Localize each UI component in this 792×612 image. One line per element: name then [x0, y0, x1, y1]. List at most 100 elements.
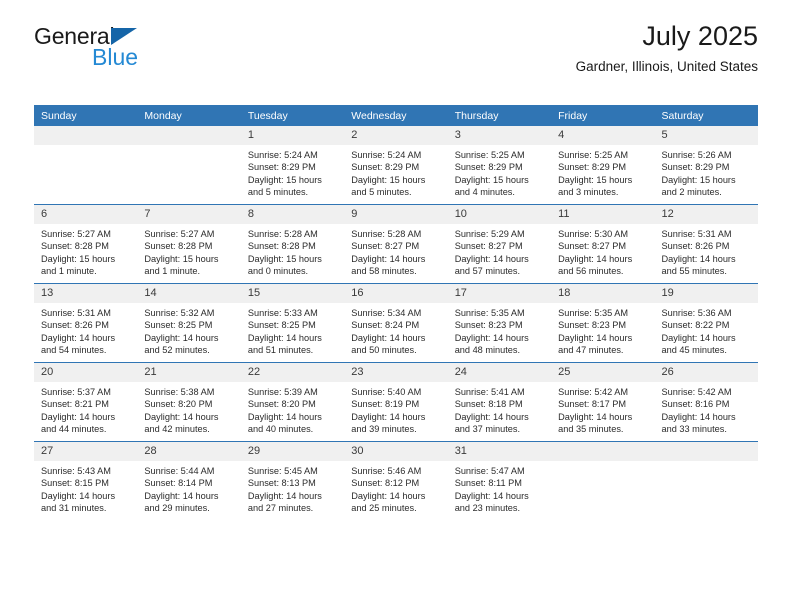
daylight-text: Daylight: 15 hours and 4 minutes. [454, 174, 529, 198]
daylight-text: Daylight: 14 hours and 50 minutes. [351, 332, 426, 356]
day-number: 13 [34, 284, 138, 303]
day-details: Sunrise: 5:40 AM Sunset: 8:19 PM Daylight:… [344, 382, 447, 436]
sunset-text: Sunset: 8:19 PM [351, 399, 420, 410]
calendar-day-cell[interactable]: 25 Sunrise: 5:42 AM Sunset: 8:17 PM Dayligh… [551, 362, 655, 442]
sunrise-text: Sunrise: 5:33 AM [247, 308, 318, 318]
calendar-day-cell[interactable]: 7 Sunrise: 5:27 AM Sunset: 8:28 PM Daylight… [137, 204, 241, 284]
day-details: Sunrise: 5:46 AM Sunset: 8:12 PM Daylight:… [344, 461, 447, 515]
calendar-day-cell[interactable]: 20 Sunrise: 5:37 AM Sunset: 8:21 PM Dayligh… [34, 362, 138, 442]
calendar-page: General Blue July 2025 Gardner, Illinois… [0, 0, 792, 612]
daylight-text: Daylight: 15 hours and 1 minute. [41, 253, 116, 277]
sunrise-text: Sunrise: 5:34 AM [351, 308, 422, 318]
calendar-day-cell[interactable]: 12 Sunrise: 5:31 AM Sunset: 8:26 PM Dayligh… [654, 204, 758, 284]
calendar-week-row: 1 Sunrise: 5:24 AM Sunset: 8:29 PM Daylight… [34, 126, 758, 205]
day-details: Sunrise: 5:34 AM Sunset: 8:24 PM Daylight:… [344, 303, 447, 357]
calendar-day-cell[interactable]: 11 Sunrise: 5:30 AM Sunset: 8:27 PM Dayligh… [551, 204, 655, 284]
calendar-day-cell[interactable]: 3 Sunrise: 5:25 AM Sunset: 8:29 PM Daylight… [447, 126, 552, 205]
day-number: 24 [447, 363, 552, 382]
day-number [654, 442, 758, 461]
day-details: Sunrise: 5:36 AM Sunset: 8:22 PM Daylight:… [655, 303, 758, 357]
daylight-text: Daylight: 14 hours and 33 minutes. [661, 411, 736, 435]
sunset-text: Sunset: 8:28 PM [247, 241, 316, 252]
calendar-day-cell[interactable]: 14 Sunrise: 5:32 AM Sunset: 8:25 PM Dayligh… [137, 283, 241, 363]
calendar-day-cell[interactable]: 28 Sunrise: 5:44 AM Sunset: 8:14 PM Dayligh… [137, 441, 241, 520]
daylight-text: Daylight: 14 hours and 55 minutes. [661, 253, 736, 277]
calendar-day-cell-empty [137, 126, 241, 205]
calendar-day-cell[interactable]: 26 Sunrise: 5:42 AM Sunset: 8:16 PM Dayligh… [654, 362, 758, 442]
calendar-day-cell-empty [34, 126, 138, 205]
calendar-day-cell[interactable]: 6 Sunrise: 5:27 AM Sunset: 8:28 PM Daylight… [34, 204, 138, 284]
calendar-day-cell[interactable]: 27 Sunrise: 5:43 AM Sunset: 8:15 PM Dayligh… [34, 441, 138, 520]
calendar-day-cell[interactable]: 9 Sunrise: 5:28 AM Sunset: 8:27 PM Daylight… [344, 204, 448, 284]
sunset-text: Sunset: 8:18 PM [454, 399, 523, 410]
day-number: 16 [344, 284, 448, 303]
sunrise-text: Sunrise: 5:35 AM [558, 308, 629, 318]
sunrise-text: Sunrise: 5:43 AM [41, 466, 111, 476]
sunset-text: Sunset: 8:29 PM [558, 162, 627, 173]
daylight-text: Daylight: 14 hours and 40 minutes. [247, 411, 322, 435]
sunrise-text: Sunrise: 5:25 AM [558, 150, 629, 160]
weekday-header-tuesday: Tuesday [240, 105, 345, 126]
sunrise-text: Sunrise: 5:41 AM [454, 387, 525, 397]
day-number: 21 [137, 363, 241, 382]
calendar-day-cell[interactable]: 16 Sunrise: 5:34 AM Sunset: 8:24 PM Dayligh… [344, 283, 448, 363]
sunrise-text: Sunrise: 5:42 AM [558, 387, 629, 397]
sunset-text: Sunset: 8:25 PM [247, 320, 316, 331]
day-number: 8 [240, 205, 345, 224]
day-number: 12 [654, 205, 758, 224]
sunset-text: Sunset: 8:28 PM [144, 241, 213, 252]
sunrise-text: Sunrise: 5:35 AM [454, 308, 525, 318]
daylight-text: Daylight: 14 hours and 45 minutes. [661, 332, 736, 356]
sunset-text: Sunset: 8:12 PM [351, 478, 420, 489]
daylight-text: Daylight: 14 hours and 48 minutes. [454, 332, 529, 356]
sunset-text: Sunset: 8:20 PM [144, 399, 213, 410]
calendar-day-cell[interactable]: 5 Sunrise: 5:26 AM Sunset: 8:29 PM Daylight… [654, 126, 758, 205]
calendar-day-cell[interactable]: 19 Sunrise: 5:36 AM Sunset: 8:22 PM Dayligh… [654, 283, 758, 363]
day-number: 29 [240, 442, 345, 461]
day-details: Sunrise: 5:29 AM Sunset: 8:27 PM Daylight:… [448, 224, 551, 278]
page-header: General Blue July 2025 Gardner, Illinois… [34, 0, 758, 74]
day-details: Sunrise: 5:42 AM Sunset: 8:16 PM Daylight:… [655, 382, 758, 436]
calendar-day-cell[interactable]: 31 Sunrise: 5:47 AM Sunset: 8:11 PM Dayligh… [447, 441, 552, 520]
calendar-day-cell-empty [654, 441, 758, 520]
calendar-header-row-group: Sunday Monday Tuesday Wednesday Thursday… [34, 105, 758, 126]
day-details: Sunrise: 5:42 AM Sunset: 8:17 PM Daylight:… [551, 382, 654, 436]
calendar-day-cell[interactable]: 10 Sunrise: 5:29 AM Sunset: 8:27 PM Dayligh… [447, 204, 552, 284]
day-details: Sunrise: 5:35 AM Sunset: 8:23 PM Daylight:… [551, 303, 654, 357]
calendar-day-cell[interactable]: 23 Sunrise: 5:40 AM Sunset: 8:19 PM Dayligh… [344, 362, 448, 442]
calendar-day-cell[interactable]: 21 Sunrise: 5:38 AM Sunset: 8:20 PM Dayligh… [137, 362, 241, 442]
daylight-text: Daylight: 15 hours and 2 minutes. [661, 174, 736, 198]
sunrise-text: Sunrise: 5:45 AM [247, 466, 318, 476]
day-details: Sunrise: 5:41 AM Sunset: 8:18 PM Daylight:… [448, 382, 551, 436]
calendar-day-cell[interactable]: 17 Sunrise: 5:35 AM Sunset: 8:23 PM Dayligh… [447, 283, 552, 363]
daylight-text: Daylight: 14 hours and 29 minutes. [144, 490, 219, 514]
sunrise-text: Sunrise: 5:32 AM [144, 308, 215, 318]
day-number [34, 126, 138, 145]
sunset-text: Sunset: 8:29 PM [661, 162, 730, 173]
calendar-day-cell[interactable]: 15 Sunrise: 5:33 AM Sunset: 8:25 PM Dayligh… [240, 283, 345, 363]
daylight-text: Daylight: 14 hours and 51 minutes. [247, 332, 322, 356]
calendar-day-cell[interactable]: 18 Sunrise: 5:35 AM Sunset: 8:23 PM Dayligh… [551, 283, 655, 363]
calendar-week-row: 13 Sunrise: 5:31 AM Sunset: 8:26 PM Dayligh… [34, 283, 758, 363]
sunrise-text: Sunrise: 5:30 AM [558, 229, 629, 239]
calendar-day-cell[interactable]: 29 Sunrise: 5:45 AM Sunset: 8:13 PM Dayligh… [240, 441, 345, 520]
day-details: Sunrise: 5:28 AM Sunset: 8:27 PM Daylight:… [344, 224, 447, 278]
logo-triangle-icon [111, 28, 138, 45]
calendar-day-cell[interactable]: 22 Sunrise: 5:39 AM Sunset: 8:20 PM Dayligh… [240, 362, 345, 442]
calendar-day-cell[interactable]: 2 Sunrise: 5:24 AM Sunset: 8:29 PM Daylight… [344, 126, 448, 205]
calendar-day-cell[interactable]: 30 Sunrise: 5:46 AM Sunset: 8:12 PM Dayligh… [344, 441, 448, 520]
weekday-header-row: Sunday Monday Tuesday Wednesday Thursday… [34, 105, 758, 126]
day-number: 3 [447, 126, 552, 145]
calendar-day-cell[interactable]: 1 Sunrise: 5:24 AM Sunset: 8:29 PM Daylight… [240, 126, 345, 205]
calendar-day-cell[interactable]: 24 Sunrise: 5:41 AM Sunset: 8:18 PM Dayligh… [447, 362, 552, 442]
sunset-text: Sunset: 8:11 PM [454, 478, 522, 489]
calendar-day-cell[interactable]: 4 Sunrise: 5:25 AM Sunset: 8:29 PM Daylight… [551, 126, 655, 205]
sunset-text: Sunset: 8:14 PM [144, 478, 213, 489]
sunset-text: Sunset: 8:16 PM [661, 399, 730, 410]
calendar-day-cell[interactable]: 8 Sunrise: 5:28 AM Sunset: 8:28 PM Daylight… [240, 204, 345, 284]
day-number: 1 [240, 126, 345, 145]
sunrise-text: Sunrise: 5:37 AM [41, 387, 111, 397]
daylight-text: Daylight: 14 hours and 27 minutes. [247, 490, 322, 514]
calendar-day-cell[interactable]: 13 Sunrise: 5:31 AM Sunset: 8:26 PM Dayligh… [34, 283, 138, 363]
sunrise-text: Sunrise: 5:38 AM [144, 387, 215, 397]
